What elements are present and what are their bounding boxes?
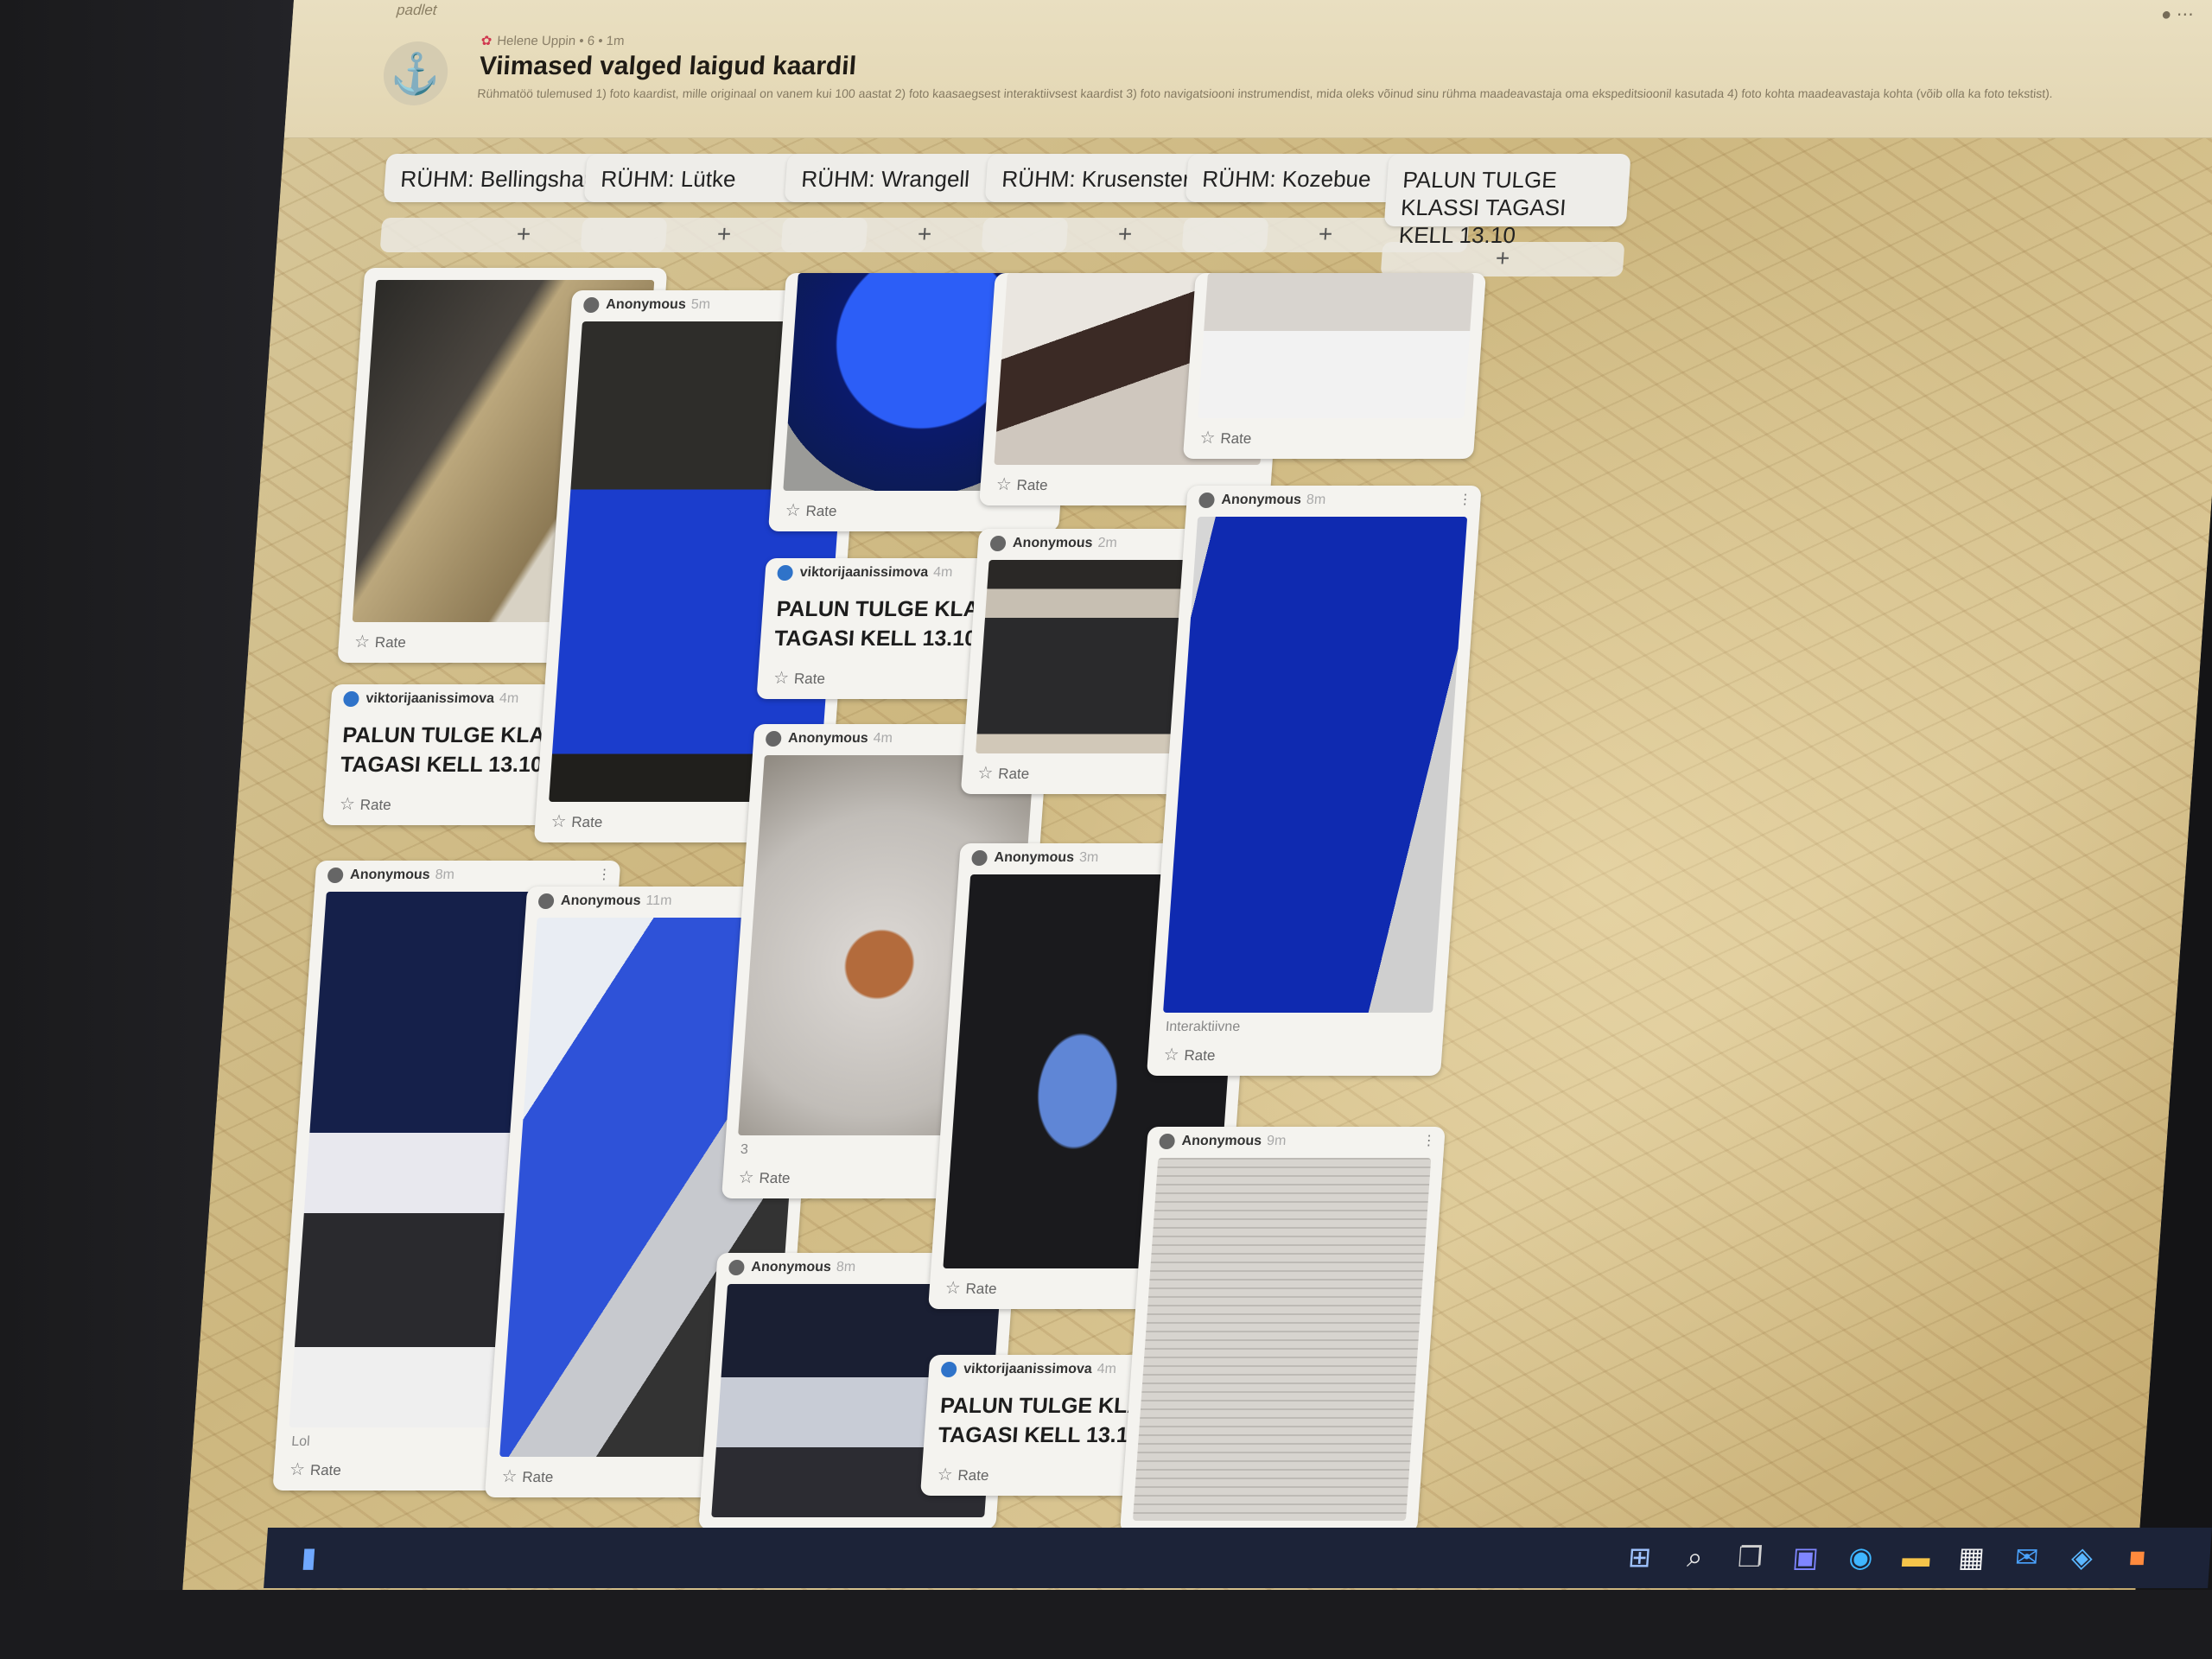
rate-button[interactable]: ☆ Rate [1147, 1035, 1443, 1076]
star-icon: ☆ [772, 669, 790, 688]
avatar [970, 850, 988, 866]
star-icon: ☆ [944, 1279, 962, 1298]
column-title[interactable]: PALUN TULGE KLASSI TAGASI KELL 13.10 [1383, 154, 1631, 248]
column-announcement: PALUN TULGE KLASSI TAGASI KELL 13.10 + [1380, 154, 1631, 276]
anchor-icon: ⚓ [381, 41, 450, 105]
post-card[interactable]: Anonymous 8m ⋮ Interaktiivne ☆ Rate [1146, 486, 1482, 1076]
star-icon: ☆ [339, 795, 356, 814]
star-icon: ☆ [936, 1465, 954, 1484]
star-icon: ☆ [550, 812, 568, 831]
board-title: Viimased valged laigud kaardil [478, 52, 858, 80]
avatar [582, 297, 600, 313]
edge-browser-icon[interactable]: ◉ [1842, 1540, 1879, 1574]
post-caption: Interaktiivne [1165, 1020, 1241, 1034]
star-icon: ☆ [995, 475, 1013, 494]
padlet-board: padlet ⚓ ✿ Helene Uppin • 6 • 1m Viimased… [181, 0, 2212, 1599]
post-photo[interactable] [1163, 517, 1468, 1013]
post-card[interactable]: Anonymous 9m ⋮ [1119, 1127, 1446, 1533]
post-menu-icon[interactable]: ⋮ [1458, 491, 1472, 508]
avatar [1158, 1134, 1176, 1149]
search-icon[interactable]: ⌕ [1676, 1540, 1713, 1574]
post-photo[interactable] [1132, 1158, 1432, 1521]
windows-taskbar: ▮ ⊞ ⌕ ❐ ▣ ◉ ▬ ▦ ✉ ◈ ■ [264, 1528, 2212, 1588]
brand-logo[interactable]: padlet [396, 2, 438, 19]
star-icon: ☆ [976, 764, 995, 783]
author-line: ✿ Helene Uppin • 6 • 1m [480, 33, 625, 48]
post-menu-icon[interactable]: ⋮ [1421, 1132, 1436, 1149]
avatar [1198, 493, 1216, 508]
star-icon: ☆ [289, 1460, 306, 1479]
star-icon: ☆ [737, 1168, 755, 1187]
star-icon: ☆ [1198, 429, 1217, 448]
header-actions[interactable]: ● ⋯ [2160, 3, 2194, 25]
monitor-bezel-bottom [0, 1590, 2212, 1659]
avatar [537, 893, 555, 909]
star-icon: ☆ [353, 632, 371, 652]
avatar [940, 1362, 957, 1377]
avatar [777, 565, 794, 581]
store-icon[interactable]: ▦ [1953, 1540, 1990, 1574]
star-icon: ☆ [1162, 1046, 1180, 1065]
avatar [989, 536, 1007, 551]
avatar [342, 691, 360, 707]
post-menu-icon[interactable]: ⋮ [597, 866, 612, 883]
author-name[interactable]: Helene Uppin [497, 34, 576, 48]
post-card[interactable]: ☆ Rate [1182, 273, 1486, 459]
board-description: Rühmatöö tulemused 1) foto kaardist, mil… [476, 86, 2054, 100]
avatar [765, 731, 782, 747]
user-icon[interactable]: ● [2160, 5, 2172, 24]
start-icon[interactable]: ⊞ [1621, 1540, 1658, 1574]
compass-icon[interactable]: ◈ [2063, 1540, 2101, 1574]
widgets-icon[interactable]: ▮ [290, 1540, 327, 1574]
file-explorer-icon[interactable]: ▬ [1897, 1540, 1935, 1574]
task-view-icon[interactable]: ❐ [1732, 1540, 1769, 1574]
teams-chat-icon[interactable]: ▣ [1787, 1540, 1824, 1574]
post-author: Anonymous8m⋮ [1185, 486, 1482, 517]
post-author: Anonymous 9m ⋮ [1146, 1127, 1446, 1158]
avatar [728, 1260, 746, 1275]
star-icon: ☆ [500, 1467, 518, 1486]
post-photo[interactable] [1198, 273, 1474, 418]
rate-button[interactable]: ☆ Rate [1183, 418, 1476, 459]
heart-icon: ✿ [480, 34, 493, 48]
post-meta: • 6 • 1m [578, 34, 626, 48]
app-icon[interactable]: ■ [2119, 1540, 2156, 1574]
board-header: padlet ⚓ ✿ Helene Uppin • 6 • 1m Viimased… [283, 0, 2212, 138]
mail-icon[interactable]: ✉ [2008, 1540, 2045, 1574]
more-icon[interactable]: ⋯ [2176, 5, 2195, 24]
avatar [327, 868, 344, 883]
star-icon: ☆ [784, 501, 802, 520]
